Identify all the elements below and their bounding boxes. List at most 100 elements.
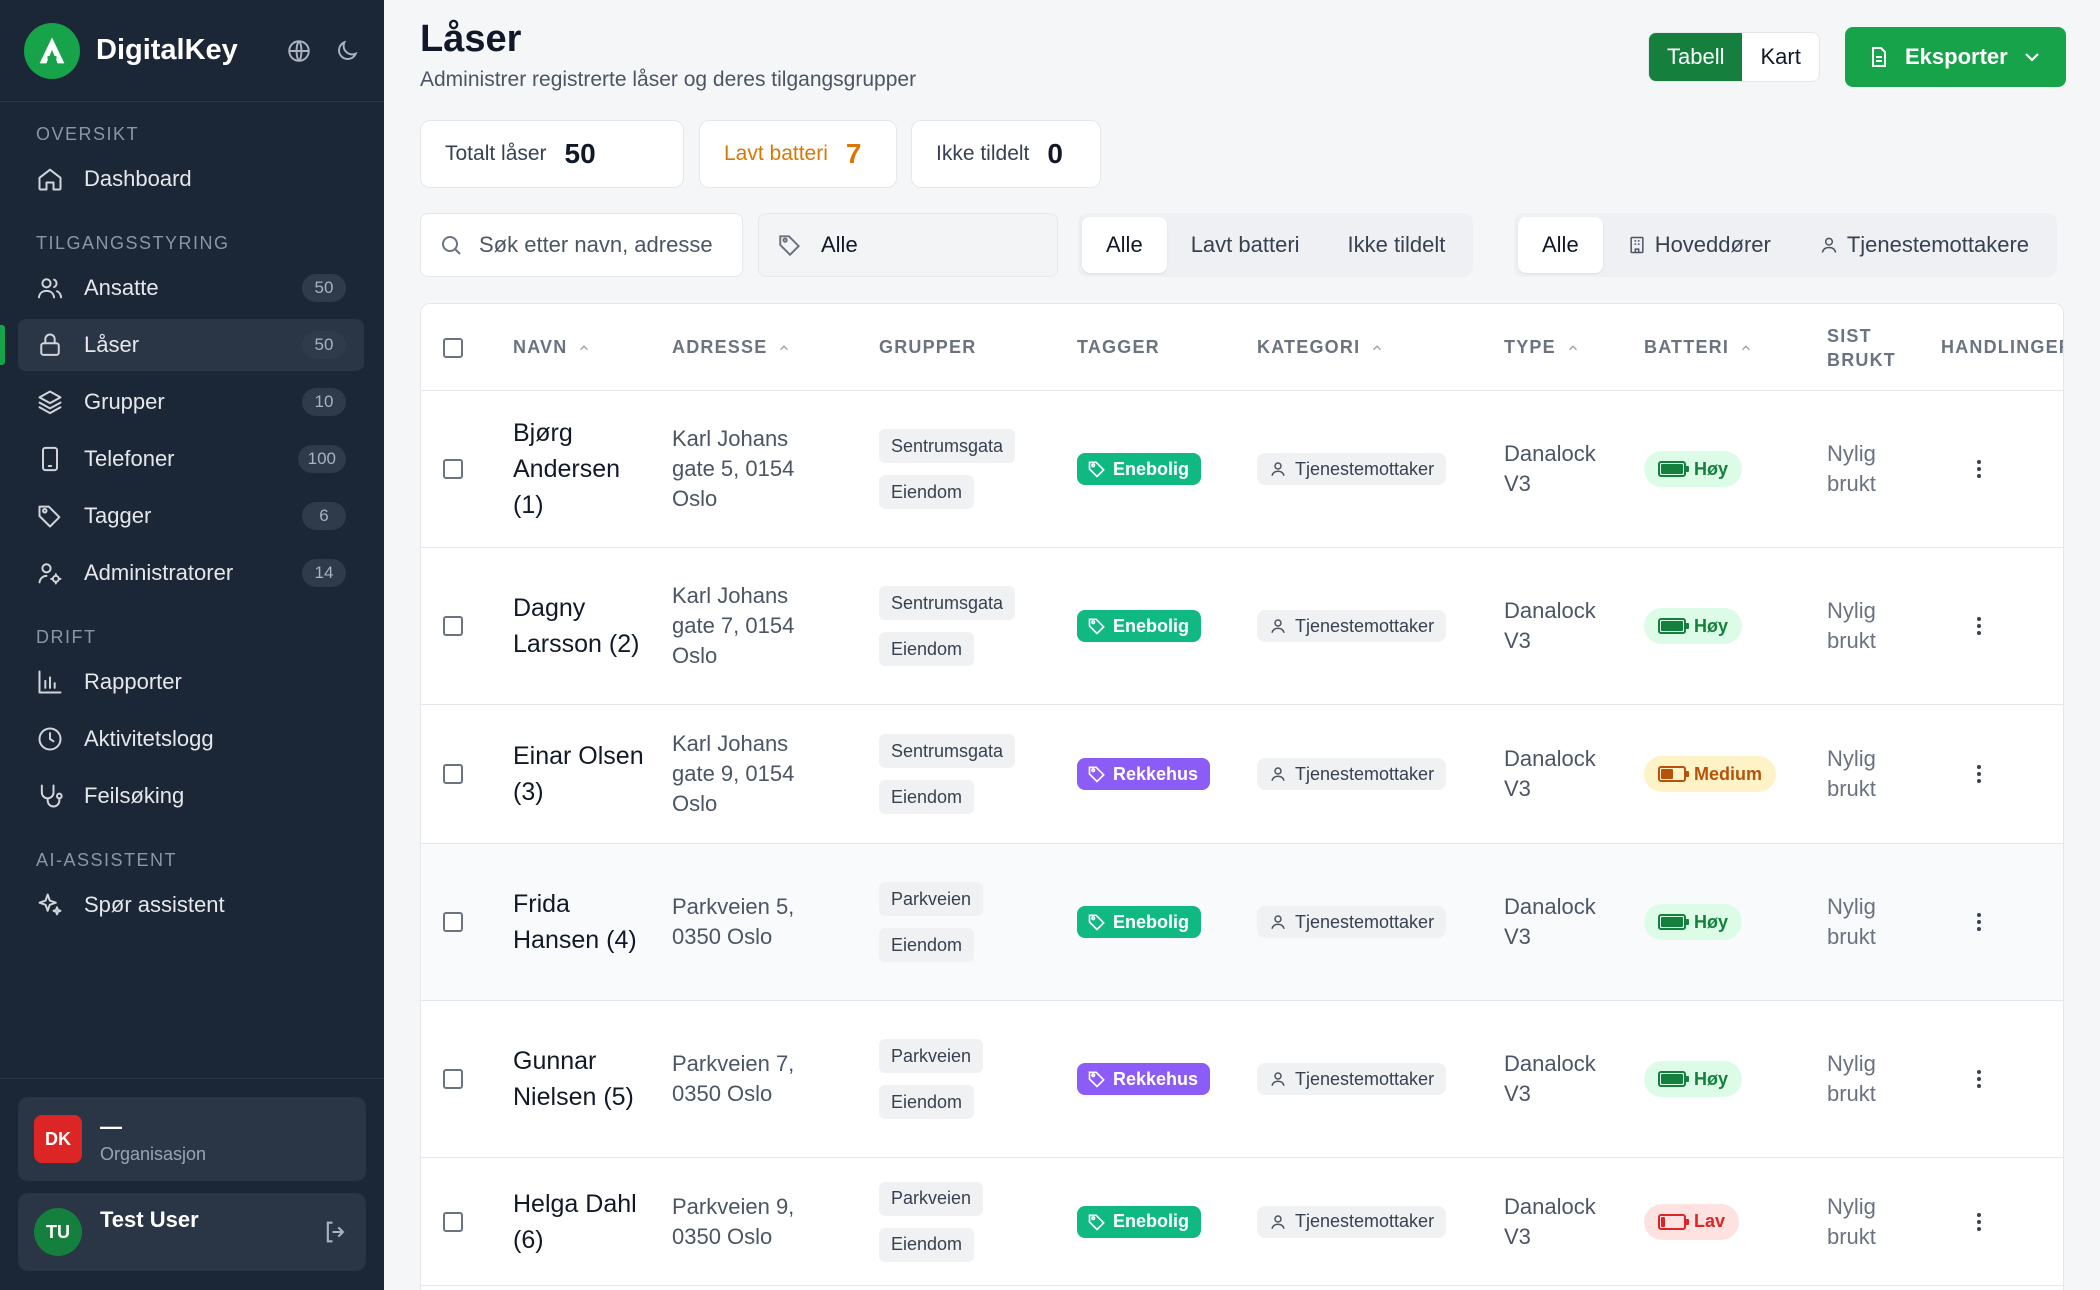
more-actions-icon[interactable] (1967, 762, 1991, 786)
battery-label: Medium (1694, 763, 1763, 784)
org-name: — (100, 1113, 122, 1139)
more-actions-icon[interactable] (1967, 1067, 1991, 1091)
table-row[interactable]: Einar Olsen (3) Karl Johans gate 9, 0154… (421, 705, 2063, 844)
col-batteri[interactable]: Batteri (1644, 304, 1753, 391)
table-row[interactable]: Frida Hansen (4) Parkveien 5, 0350 Oslo … (421, 844, 2063, 1001)
col-kategori[interactable]: Kategori (1257, 304, 1384, 391)
sidebar-item-administratorer[interactable]: Administratorer 14 (18, 547, 364, 599)
battery-badge: Høy (1644, 451, 1743, 487)
category-badge: Tjenestemottaker (1257, 1205, 1447, 1238)
logout-icon[interactable] (322, 1218, 350, 1246)
stat-unassigned[interactable]: Ikke tildelt 0 (911, 120, 1101, 188)
more-actions-icon[interactable] (1967, 457, 1991, 481)
user-card: TU Test User (18, 1193, 366, 1271)
row-checkbox[interactable] (443, 1069, 463, 1089)
stat-label: Totalt låser (445, 142, 547, 165)
category-badge: Tjenestemottaker (1257, 453, 1447, 485)
export-button[interactable]: Eksporter (1845, 27, 2066, 87)
file-icon (1872, 47, 1886, 67)
last-used: Nylig brukt (1827, 1051, 1876, 1106)
stat-low-battery[interactable]: Lavt batteri 7 (699, 120, 897, 188)
battery-badge: Medium (1644, 756, 1777, 792)
tag-label: Rekkehus (1113, 1068, 1199, 1089)
user-icon (1271, 915, 1285, 929)
sidebar-item-aktivitetslogg[interactable]: Aktivitetslogg (18, 713, 364, 765)
user-icon (1271, 1214, 1285, 1229)
tag-icon (1088, 914, 1105, 931)
battery-icon (1658, 461, 1689, 477)
row-checkbox[interactable] (443, 1211, 463, 1232)
view-toggle: Tabell Kart (1648, 32, 1820, 82)
sidebar-item-tagger[interactable]: Tagger 6 (18, 490, 364, 542)
globe-icon[interactable] (286, 38, 312, 64)
status-filter-low-battery[interactable]: Lavt batteri (1167, 217, 1324, 273)
battery-label: Høy (1694, 911, 1729, 932)
col-type[interactable]: Type (1504, 304, 1580, 391)
group-chip: Eiendom (879, 1227, 975, 1262)
more-actions-icon[interactable] (1967, 910, 1991, 934)
sidebar-item-ansatte[interactable]: Ansatte 50 (18, 262, 364, 314)
row-checkbox[interactable] (443, 616, 463, 636)
sidebar-item-låser[interactable]: Låser 50 (0, 319, 364, 371)
table-row[interactable]: Dagny Larsson (2) Karl Johans gate 7, 01… (421, 548, 2063, 705)
sidebar-item-dashboard[interactable]: Dashboard (18, 153, 364, 205)
col-handlinger: HANDLINGER (1941, 337, 2064, 357)
tag-filter-select[interactable]: Alle (758, 213, 1058, 277)
col-adresse[interactable]: Adresse (672, 304, 791, 391)
group-chip: Eiendom (879, 780, 975, 814)
battery-icon (1658, 914, 1689, 930)
table-row[interactable]: Helga Dahl (6) Parkveien 9, 0350 Oslo Pa… (421, 1158, 2063, 1286)
last-used: Nylig brukt (1827, 598, 1876, 653)
brand-header: DigitalKey (0, 0, 384, 102)
row-checkbox[interactable] (443, 459, 463, 479)
lock-name[interactable]: Helga Dahl (6) (513, 1186, 653, 1258)
tag-label: Enebolig (1113, 1211, 1189, 1231)
sidebar-item-label: Aktivitetslogg (84, 726, 214, 751)
category-filter-all[interactable]: Alle (1518, 217, 1603, 273)
sidebar-item-grupper[interactable]: Grupper 10 (18, 376, 364, 428)
view-table-button[interactable]: Tabell (1649, 33, 1743, 81)
table-row[interactable]: Gunnar Nielsen (5) Parkveien 7, 0350 Osl… (421, 1001, 2063, 1158)
lock-name[interactable]: Gunnar Nielsen (5) (513, 1043, 653, 1115)
main-content: Låser Administrer registrerte låser og d… (384, 0, 2100, 1290)
tag-badge: Rekkehus (1077, 758, 1211, 790)
col-navn[interactable]: Navn (513, 304, 591, 391)
sidebar-item-spør-assistent[interactable]: Spør assistent (18, 879, 364, 931)
category-filter-recipients[interactable]: Tjenestemottakere (1795, 217, 2053, 273)
battery-label: Høy (1694, 615, 1729, 636)
sort-icon (1742, 344, 1751, 350)
moon-icon[interactable] (334, 38, 360, 64)
user-name: Test User (100, 1207, 199, 1232)
category-filter-label: Tjenestemottakere (1846, 232, 2030, 257)
more-actions-icon[interactable] (1967, 1210, 1991, 1234)
nav-badge: 14 (302, 559, 346, 587)
more-actions-icon[interactable] (1967, 614, 1991, 638)
sidebar-item-telefoner[interactable]: Telefoner 100 (18, 433, 364, 485)
sidebar-item-rapporter[interactable]: Rapporter (18, 656, 364, 708)
category-filter-main-doors[interactable]: Hoveddører (1603, 217, 1795, 273)
users-icon (37, 278, 63, 299)
select-all-checkbox[interactable] (443, 337, 463, 358)
lock-name[interactable]: Dagny Larsson (2) (513, 590, 653, 662)
battery-badge: Høy (1644, 1061, 1743, 1097)
group-chip: Eiendom (879, 632, 975, 666)
lock-name[interactable]: Bjørg Andersen (1) (513, 415, 653, 523)
user-icon (1271, 462, 1285, 476)
view-map-button[interactable]: Kart (1742, 33, 1818, 81)
table-row[interactable]: Bjørg Andersen (1) Karl Johans gate 5, 0… (421, 391, 2063, 548)
sidebar-item-feilsøking[interactable]: Feilsøking (18, 770, 364, 822)
row-checkbox[interactable] (443, 912, 463, 932)
col-tagger: TAGGER (1077, 337, 1160, 357)
battery-label: Høy (1694, 458, 1729, 479)
search-input[interactable] (479, 232, 719, 258)
nav-badge: 50 (302, 274, 346, 302)
sort-icon (1568, 344, 1577, 350)
status-filter-all[interactable]: Alle (1082, 217, 1167, 273)
category-label: Tjenestemottaker (1295, 615, 1435, 636)
lock-name[interactable]: Frida Hansen (4) (513, 886, 653, 958)
row-checkbox[interactable] (443, 764, 463, 784)
status-filter-unassigned[interactable]: Ikke tildelt (1324, 217, 1470, 273)
org-switcher[interactable]: DK — Organisasjon (18, 1097, 366, 1181)
category-filter-label: Hoveddører (1654, 232, 1771, 257)
lock-name[interactable]: Einar Olsen (3) (513, 738, 653, 810)
